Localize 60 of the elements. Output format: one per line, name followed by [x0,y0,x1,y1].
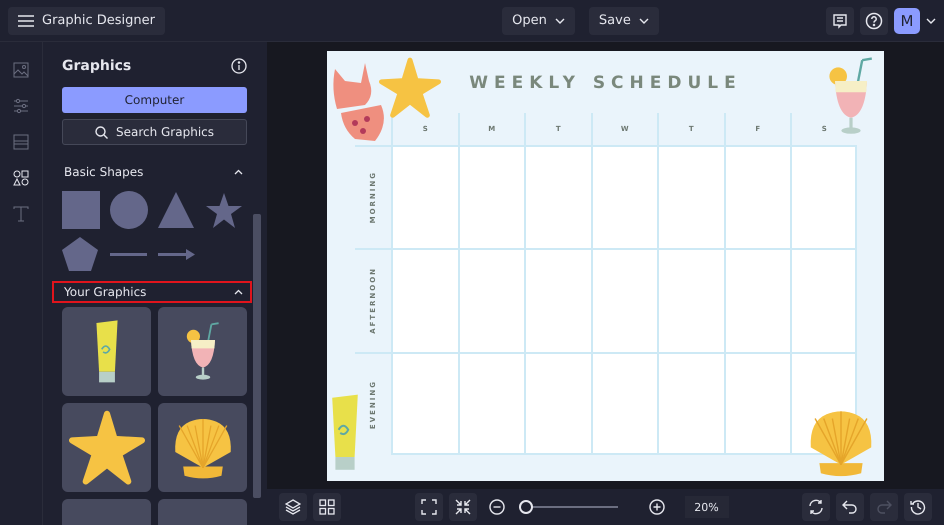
cocktail-icon [827,56,875,136]
computer-upload-button[interactable]: Computer [62,87,247,113]
graphic-tile[interactable] [158,403,247,492]
collapse-icon [454,499,470,515]
section-header[interactable]: Your Graphics [52,281,252,303]
arrow-shape[interactable] [158,248,195,260]
starfish-icon [68,410,144,486]
text-tool-icon [13,206,29,222]
circle-shape[interactable] [110,191,148,229]
undo-button[interactable] [836,493,864,521]
help-button[interactable] [860,6,888,34]
chevron-down-icon [554,18,565,24]
grid-view-button[interactable] [313,493,341,521]
chevron-down-icon [638,18,649,24]
app-menu-button[interactable]: Graphic Designer [8,6,165,34]
info-icon[interactable] [231,58,247,74]
cocktail-icon [184,320,220,382]
starfish-icon [379,56,441,118]
panel-title: Graphics [62,58,132,74]
open-menu-button[interactable]: Open [502,6,575,34]
search-icon [94,126,108,138]
search-graphics-button[interactable]: Search Graphics [62,119,247,145]
zoom-in-icon [648,499,664,515]
refresh-button[interactable] [802,493,830,521]
section-header[interactable]: Basic Shapes [52,161,252,183]
undo-icon [842,499,858,515]
comments-button[interactable] [826,6,854,34]
line-shape[interactable] [110,252,147,256]
shrink-button[interactable] [448,493,476,521]
history-icon [910,499,926,515]
zoom-percentage: 20% [684,496,728,518]
comment-icon [832,12,848,28]
layers-icon [285,499,301,515]
redo-icon [876,499,892,515]
image-icon [13,62,29,78]
layers-button[interactable] [279,493,307,521]
sliders-icon [13,98,29,114]
schedule-title: WEEKLY SCHEDULE [468,72,743,92]
save-menu-button[interactable]: Save [588,6,659,34]
scrollbar[interactable] [253,214,261,498]
user-avatar[interactable]: M [894,8,920,34]
triangle-shape[interactable] [158,192,194,228]
refresh-icon [808,499,824,515]
expand-icon [420,499,436,515]
account-chevron-icon [926,18,936,24]
help-icon [865,12,883,30]
graphic-tile[interactable] [62,403,151,492]
layout-icon [13,134,29,150]
menu-icon [18,14,34,26]
zoom-out-icon [488,499,504,515]
graphic-tile[interactable] [158,307,247,396]
shapes-icon [13,170,29,186]
pentagon-shape[interactable] [62,237,98,271]
history-button[interactable] [904,493,932,521]
fit-screen-button[interactable] [414,493,442,521]
star-shape[interactable] [206,192,242,228]
chevron-up-icon [234,169,243,175]
chevron-up-icon [234,289,243,295]
graphic-tile[interactable] [62,307,151,396]
grid-icon [319,499,335,515]
